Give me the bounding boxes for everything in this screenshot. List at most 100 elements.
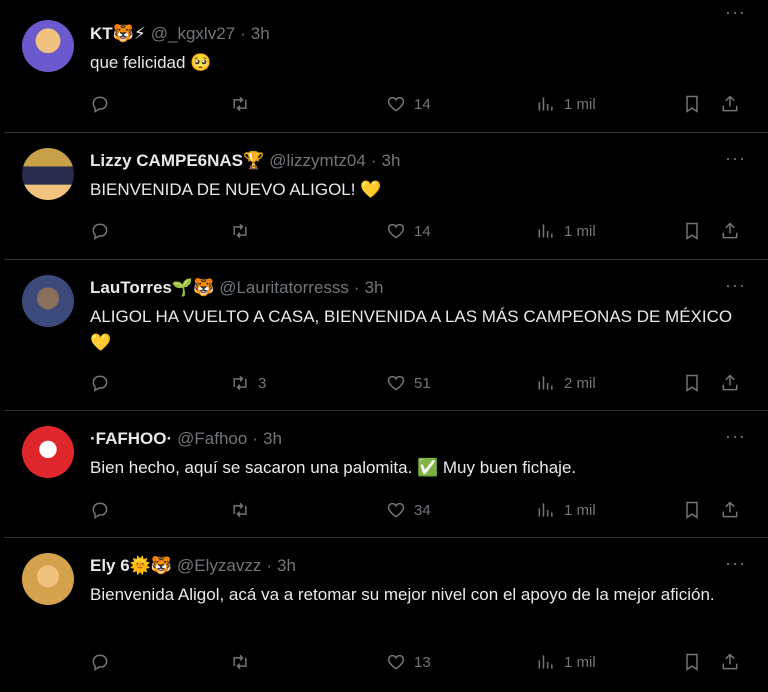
user-handle[interactable]: @Lauritatorresss	[219, 278, 349, 298]
like-count: 51	[414, 374, 431, 392]
timestamp[interactable]: 3h	[365, 278, 384, 298]
views-count: 1 mil	[564, 653, 596, 671]
views-button[interactable]: 2 mil	[536, 371, 596, 395]
share-button[interactable]	[720, 498, 740, 522]
tweet[interactable]: LauTorres🌱🐯 @Lauritatorresss · 3h ··· AL…	[4, 261, 768, 411]
reply-button[interactable]	[90, 498, 118, 522]
heart-icon	[387, 375, 405, 391]
retweet-icon	[233, 502, 247, 518]
views-count: 1 mil	[564, 501, 596, 519]
bookmark-button[interactable]	[682, 498, 702, 522]
user-handle[interactable]: @Fafhoo	[177, 429, 247, 449]
tweet[interactable]: Ely 6🌞🐯 @Elyzavzz · 3h ··· Bienvenida Al…	[4, 539, 768, 692]
tweet[interactable]: KT🐯⚡ @_kgxlv27 · 3h ··· que felicidad 🥺 …	[4, 0, 768, 133]
heart-icon	[387, 502, 405, 518]
tweet-header: ·FAFHOO· @Fafhoo · 3h	[90, 427, 282, 451]
action-bar: 14 1 mil	[90, 92, 748, 116]
reply-button[interactable]	[90, 371, 118, 395]
views-button[interactable]: 1 mil	[536, 650, 596, 674]
views-count: 1 mil	[564, 222, 596, 240]
separator-dot: ·	[240, 24, 246, 43]
more-options-icon[interactable]: ···	[725, 275, 746, 296]
more-options-icon[interactable]: ···	[725, 2, 746, 23]
share-button[interactable]	[720, 371, 740, 395]
share-button[interactable]	[720, 650, 740, 674]
more-options-icon[interactable]: ···	[725, 553, 746, 574]
like-button[interactable]: 13	[386, 650, 431, 674]
share-button[interactable]	[720, 92, 740, 116]
like-button[interactable]: 51	[386, 371, 431, 395]
more-options-icon[interactable]: ···	[725, 148, 746, 169]
avatar[interactable]	[22, 148, 74, 200]
views-icon	[538, 97, 553, 111]
bookmark-button[interactable]	[682, 92, 702, 116]
like-button[interactable]: 34	[386, 498, 431, 522]
display-name[interactable]: Ely 6🌞🐯	[90, 556, 172, 576]
views-icon	[538, 655, 553, 669]
display-name[interactable]: KT🐯⚡	[90, 24, 146, 44]
bookmark-icon	[686, 222, 698, 240]
timestamp[interactable]: 3h	[263, 429, 282, 449]
retweet-button[interactable]	[230, 92, 258, 116]
views-icon	[538, 503, 553, 517]
bookmark-icon	[686, 653, 698, 671]
bookmark-button[interactable]	[682, 219, 702, 243]
views-icon	[538, 376, 553, 390]
views-count: 1 mil	[564, 95, 596, 113]
timestamp[interactable]: 3h	[251, 24, 270, 44]
tweet[interactable]: Lizzy CAMPE6NAS🏆 @lizzymtz04 · 3h ··· BI…	[4, 134, 768, 260]
action-bar: 3 51 2 mil	[90, 371, 748, 395]
tweet[interactable]: ·FAFHOO· @Fafhoo · 3h ··· Bien hecho, aq…	[4, 412, 768, 538]
tweet-feed: KT🐯⚡ @_kgxlv27 · 3h ··· que felicidad 🥺 …	[0, 0, 768, 692]
views-button[interactable]: 1 mil	[536, 219, 596, 243]
retweet-button[interactable]	[230, 219, 258, 243]
like-button[interactable]: 14	[386, 92, 431, 116]
display-name[interactable]: Lizzy CAMPE6NAS🏆	[90, 151, 264, 171]
more-options-icon[interactable]: ···	[725, 426, 746, 447]
avatar[interactable]	[22, 275, 74, 327]
reply-icon	[92, 502, 108, 519]
reply-button[interactable]	[90, 219, 118, 243]
action-bar: 14 1 mil	[90, 219, 748, 243]
reply-button[interactable]	[90, 650, 118, 674]
user-handle[interactable]: @_kgxlv27	[151, 24, 235, 44]
separator-dot: ·	[266, 556, 273, 575]
avatar[interactable]	[22, 20, 74, 72]
retweet-icon	[233, 654, 247, 670]
tweet-text: ALIGOL HA VUELTO A CASA, BIENVENIDA A LA…	[90, 307, 733, 352]
reply-icon	[92, 654, 108, 671]
like-count: 13	[414, 653, 431, 671]
like-count: 14	[414, 222, 431, 240]
bookmark-button[interactable]	[682, 371, 702, 395]
separator-dot: ·	[370, 151, 377, 170]
retweet-icon	[233, 375, 247, 391]
retweet-button[interactable]: 3	[230, 371, 266, 395]
separator-dot: ·	[252, 429, 259, 448]
timestamp[interactable]: 3h	[381, 151, 400, 171]
separator-dot: ·	[353, 278, 360, 297]
retweet-button[interactable]	[230, 650, 258, 674]
retweet-button[interactable]	[230, 498, 258, 522]
bookmark-button[interactable]	[682, 650, 702, 674]
like-count: 14	[414, 95, 431, 113]
views-button[interactable]: 1 mil	[536, 498, 596, 522]
timestamp[interactable]: 3h	[277, 556, 296, 576]
tweet-text: BIENVENIDA DE NUEVO ALIGOL! 💛	[90, 180, 382, 199]
share-icon	[722, 374, 738, 391]
reply-button[interactable]	[90, 92, 118, 116]
display-name[interactable]: LauTorres🌱🐯	[90, 278, 214, 298]
heart-icon	[387, 223, 405, 239]
retweet-icon	[233, 223, 247, 239]
user-handle[interactable]: @Elyzavzz	[177, 556, 261, 576]
display-name[interactable]: ·FAFHOO·	[90, 429, 172, 449]
views-button[interactable]: 1 mil	[536, 92, 596, 116]
bookmark-icon	[686, 95, 698, 113]
tweet-header: Ely 6🌞🐯 @Elyzavzz · 3h	[90, 554, 296, 578]
user-handle[interactable]: @lizzymtz04	[269, 151, 366, 171]
avatar[interactable]	[22, 553, 74, 605]
avatar[interactable]	[22, 426, 74, 478]
reply-icon	[92, 96, 108, 113]
share-button[interactable]	[720, 219, 740, 243]
tweet-text: que felicidad 🥺	[90, 53, 212, 72]
like-button[interactable]: 14	[386, 219, 431, 243]
